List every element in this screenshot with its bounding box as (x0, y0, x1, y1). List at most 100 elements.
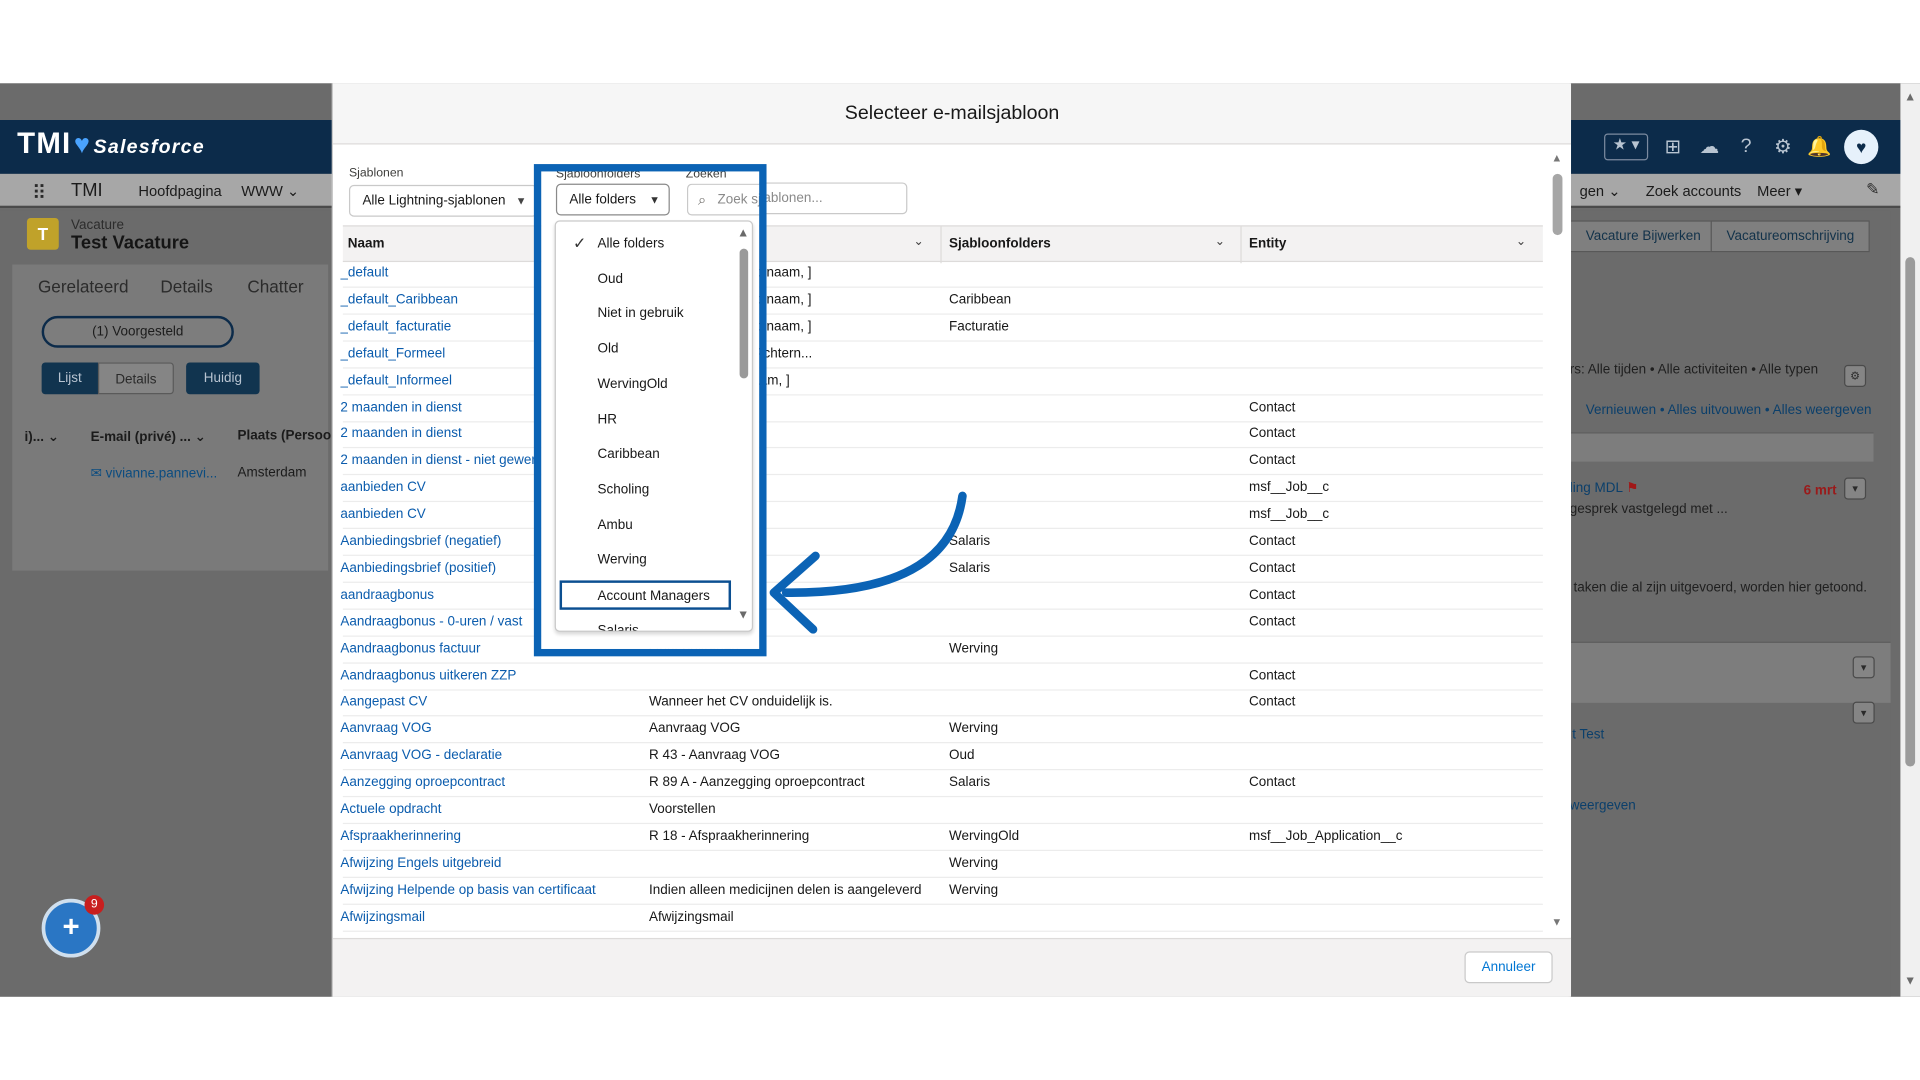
template-folder: Werving (948, 855, 999, 871)
template-name-link[interactable]: Afspraakherinnering (340, 829, 634, 844)
column-header-city[interactable]: Plaats (Persoo (238, 429, 332, 444)
activity-item-title[interactable]: ling MDL ⚑ (1570, 480, 1638, 496)
nav-item-accounts[interactable]: Zoek accounts (1646, 182, 1742, 199)
template-name-link[interactable]: Aandraagbonus uitkeren ZZP (340, 668, 634, 683)
view-all-link[interactable]: weergeven (1570, 798, 1636, 813)
table-row[interactable]: _default_Informeelmplate [ Hi Voornaam, … (340, 368, 1543, 396)
scroll-thumb[interactable] (1552, 173, 1563, 236)
table-row[interactable]: Afwijzingsmail Afwijzingsmail (340, 904, 1543, 932)
table-row[interactable]: Aanvraag VOG - declaratie R 43 - Aanvraag… (340, 743, 1543, 771)
scroll-down-icon[interactable]: ▼ (1904, 975, 1916, 988)
email-link[interactable]: ✉ vivianne.pannevi... (91, 465, 218, 482)
update-vacancy-button[interactable]: Vacature Bijwerken (1569, 220, 1717, 253)
template-name-link[interactable]: Aanzegging oproepcontract (340, 775, 634, 790)
column-entity-caret-icon[interactable]: ⌄ (1516, 235, 1526, 248)
related-link-test[interactable]: t Test (1572, 727, 1604, 742)
list-view-button[interactable]: Lijst (41, 362, 98, 395)
template-entity: Contact (1248, 587, 1296, 603)
page-scrollbar[interactable]: ▲ ▼ (1900, 83, 1920, 997)
template-name-link[interactable]: Afwijzing Engels uitgebreid (340, 856, 634, 871)
template-name-link[interactable]: Aanvraag VOG (340, 722, 634, 737)
cloud-icon[interactable]: ☁ (1697, 135, 1721, 159)
column-header-label: i)... (24, 429, 44, 445)
table-row[interactable]: Aanvraag VOG Aanvraag VOG Werving (340, 717, 1543, 744)
table-row[interactable]: aanbieden CV msf__Job__c (340, 475, 1543, 503)
table-row[interactable]: 2 maanden in dienst Contact (340, 422, 1543, 449)
stage: TMI ♥ Salesforce ★ ▾ ⊞ ☁ ? ⚙ 🔔 ♥ ⠿ TMI Hoo… (0, 0, 1920, 1080)
nav-item-more[interactable]: Meer ▾ (1757, 182, 1802, 199)
templates-select-value: Alle Lightning-sjablonen (362, 193, 506, 209)
templates-select[interactable]: Alle Lightning-sjablonen ▼ (348, 184, 538, 217)
help-icon[interactable]: ? (1734, 136, 1758, 158)
template-name-link[interactable]: Afwijzingsmail (340, 909, 634, 924)
related-card-menu-icon[interactable]: ▾ (1852, 656, 1875, 679)
column-header-email[interactable]: E-mail (privé) ... ⌄ (91, 429, 206, 445)
nav-item-home[interactable]: Hoofdpagina (138, 182, 221, 199)
column-divider (1240, 226, 1242, 264)
email-template-modal: Selecteer e-mailsjabloon Sjablonen Alle … (331, 83, 1572, 997)
nav-item-www[interactable]: WWW ⌄ (241, 182, 299, 199)
table-row[interactable]: Afspraakherinnering R 18 - Afspraakherinn… (340, 824, 1543, 851)
related-card-menu-icon-2[interactable]: ▾ (1852, 701, 1875, 724)
favorites-icon[interactable]: ★ ▾ (1604, 133, 1649, 161)
bell-icon[interactable]: 🔔 (1807, 135, 1831, 159)
table-row[interactable]: aandraagbonus Contact (340, 583, 1543, 610)
add-icon[interactable]: ⊞ (1660, 135, 1684, 159)
app-launcher-icon[interactable]: ⠿ (32, 181, 46, 205)
scroll-up-icon[interactable]: ▲ (1551, 152, 1562, 164)
edit-nav-icon[interactable]: ✎ (1866, 180, 1879, 200)
template-name-link[interactable]: Actuele opdracht (340, 802, 634, 817)
suggested-pill[interactable]: (1) Voorgesteld (41, 315, 234, 348)
template-folder: Werving (948, 721, 999, 737)
template-name-link[interactable]: Aangepast CV (340, 695, 634, 710)
table-row[interactable]: _default_Caribbeanmplate [ Beste Voornaa… (340, 288, 1543, 315)
details-view-button[interactable]: Details (97, 362, 174, 395)
column-entity[interactable]: Entity (1249, 236, 1286, 251)
table-row[interactable]: Afwijzing Engels uitgebreid Werving (340, 851, 1543, 878)
template-name-link[interactable]: Afwijzing Helpende op basis van certific… (340, 882, 634, 897)
gear-icon[interactable]: ⚙ (1771, 135, 1795, 159)
table-row[interactable]: _default_Formeelmplate [ Geachte Achtern… (340, 341, 1543, 369)
column-folder-caret-icon[interactable]: ⌄ (1215, 235, 1225, 248)
table-row[interactable]: aanbieden CV msf__Job__c (340, 502, 1543, 530)
column-header[interactable]: i)... ⌄ (24, 429, 58, 445)
nav-item-gen[interactable]: gen ⌄ (1580, 182, 1621, 199)
vacancy-description-button[interactable]: Vacatureomschrijving (1710, 220, 1871, 253)
tab-related[interactable]: Gerelateerd (38, 277, 129, 297)
table-row[interactable]: _defaultmplate [ Beste Voornaam, ] (340, 261, 1543, 288)
activity-item-title-text: ling MDL (1569, 481, 1623, 496)
table-row[interactable]: Afwijzing Helpende op basis van certific… (340, 878, 1543, 905)
table-row[interactable]: Aanzegging oproepcontract R 89 A - Aanzeg… (340, 770, 1543, 798)
modal-scrollbar[interactable]: ▲ ▼ (1550, 152, 1565, 931)
table-row[interactable]: 2 maanden in dienst - niet gewer Contact (340, 449, 1543, 476)
table-row[interactable]: Aandraagbonus - 0-uren / vast Contact (340, 609, 1543, 637)
table-row[interactable]: Aangepast CV Wanneer het CV onduidelijk i… (340, 690, 1543, 717)
tab-details[interactable]: Details (160, 277, 212, 297)
table-row[interactable]: Aandraagbonus factuurctuur opvragenWervi… (340, 636, 1543, 664)
template-folder: Werving (948, 641, 999, 656)
scroll-down-icon[interactable]: ▼ (1551, 916, 1562, 928)
filter-gear-icon[interactable]: ⚙ (1844, 364, 1867, 387)
tab-chatter[interactable]: Chatter (247, 277, 303, 297)
template-entity: Contact (1248, 426, 1296, 442)
table-row[interactable]: _default_facturatiemplate [ Beste Voorna… (340, 314, 1543, 342)
scroll-up-icon[interactable]: ▲ (1904, 91, 1916, 104)
table-row[interactable]: Aanbiedingsbrief (negatief)rief (negatie… (340, 529, 1543, 556)
cancel-button[interactable]: Annuleer (1464, 951, 1553, 984)
scroll-thumb[interactable] (1905, 257, 1916, 767)
table-row[interactable]: Actuele opdracht Voorstellen (340, 797, 1543, 825)
activity-actions[interactable]: Vernieuwen • Alles uitvouwen • Alles wee… (1586, 403, 1872, 418)
column-subject-caret-icon[interactable]: ⌄ (913, 235, 923, 248)
template-folder: Salaris (948, 560, 991, 576)
table-row[interactable]: Aanbiedingsbrief (positief)rief (positie… (340, 556, 1543, 583)
column-name[interactable]: Naam (348, 236, 385, 251)
column-folder[interactable]: Sjabloonfolders (949, 236, 1051, 251)
template-subject: Aanvraag VOG (648, 721, 741, 737)
template-name-link[interactable]: Aanvraag VOG - declaratie (340, 748, 634, 763)
activity-item-menu-icon[interactable]: ▾ (1844, 477, 1867, 500)
help-badge[interactable]: + 9 (41, 895, 105, 958)
table-row[interactable]: 2 maanden in dienst Contact (340, 395, 1543, 422)
current-button[interactable]: Huidig (186, 362, 260, 395)
table-row[interactable]: Aandraagbonus uitkeren ZZP Contact (340, 663, 1543, 691)
avatar[interactable]: ♥ (1844, 129, 1879, 165)
